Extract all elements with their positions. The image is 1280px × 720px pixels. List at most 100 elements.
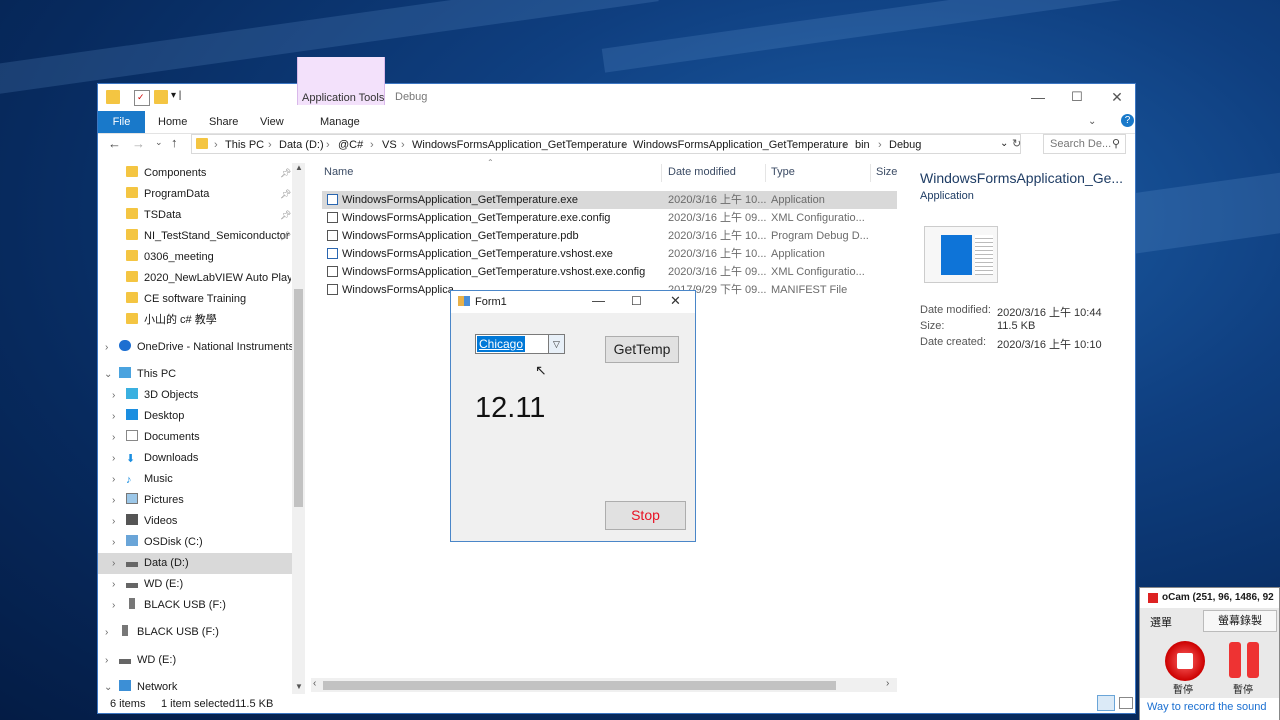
nav-item-osdisk[interactable]: OSDisk (C:) — [126, 532, 203, 552]
nav-item-components[interactable]: Components — [126, 163, 206, 183]
back-icon[interactable]: ← — [108, 136, 121, 151]
breadcrumb-project-sub[interactable]: WindowsFormsApplication_GetTemperature — [633, 139, 848, 151]
pause-icon-bar[interactable] — [1247, 642, 1259, 678]
file-list-hscrollbar[interactable]: ‹ › — [311, 678, 897, 692]
chevron-right-icon[interactable]: › — [112, 579, 115, 590]
minimize-icon[interactable]: — — [592, 293, 605, 308]
breadcrumb-debug[interactable]: Debug — [889, 139, 921, 151]
breadcrumb-vs[interactable]: VS — [382, 139, 397, 151]
nav-item-wd-root[interactable]: WD (E:) — [119, 650, 176, 670]
scroll-down-icon[interactable]: ▼ — [295, 682, 303, 691]
chevron-right-icon[interactable]: › — [112, 495, 115, 506]
breadcrumb-csharp[interactable]: @C# — [338, 139, 363, 151]
large-icons-view-icon[interactable] — [1119, 697, 1133, 709]
nav-item-onedrive[interactable]: OneDrive - National Instruments — [119, 337, 294, 357]
chevron-right-icon[interactable]: › — [112, 600, 115, 611]
nav-item-pictures[interactable]: Pictures — [126, 490, 184, 510]
nav-item-wd-e[interactable]: WD (E:) — [126, 574, 183, 594]
nav-item-programdata[interactable]: ProgramData — [126, 184, 209, 204]
column-type[interactable]: Type — [771, 166, 795, 178]
file-row-pdb[interactable]: WindowsFormsApplication_GetTemperature.p… — [322, 227, 897, 245]
nav-item-labview[interactable]: 2020_NewLabVIEW Auto Play Zo — [126, 268, 291, 288]
chevron-right-icon[interactable]: › — [112, 453, 115, 464]
new-folder-icon[interactable] — [154, 90, 168, 104]
nav-item-videos[interactable]: Videos — [126, 511, 177, 531]
nav-item-ni-teststand[interactable]: NI_TestStand_Semiconductor — [126, 226, 290, 246]
nav-item-data-d[interactable]: Data (D:) — [126, 553, 189, 573]
minimize-icon[interactable]: — — [1028, 89, 1048, 107]
ocam-footer-link[interactable]: Way to record the sound — [1147, 701, 1266, 713]
nav-item-downloads[interactable]: ⬇ Downloads — [126, 448, 198, 468]
stop-button[interactable]: Stop — [605, 501, 686, 530]
nav-item-network[interactable]: Network — [119, 677, 177, 694]
chevron-right-icon[interactable]: › — [112, 390, 115, 401]
chevron-right-icon[interactable]: › — [112, 558, 115, 569]
properties-icon[interactable]: ✓ — [134, 90, 150, 106]
chevron-right-icon[interactable]: › — [105, 342, 108, 353]
ocam-tab-record[interactable]: 螢幕錄製 — [1203, 610, 1277, 632]
nav-scroll-thumb[interactable] — [294, 289, 303, 507]
tab-manage[interactable]: Manage — [320, 116, 360, 128]
chevron-right-icon[interactable]: › — [112, 537, 115, 548]
scroll-right-icon[interactable]: › — [886, 678, 889, 689]
nav-item-csharp-teaching[interactable]: 小山的 c# 教學 — [126, 310, 217, 330]
chevron-right-icon[interactable]: › — [112, 411, 115, 422]
close-icon[interactable]: ✕ — [1107, 89, 1127, 107]
maximize-icon[interactable]: ☐ — [631, 294, 642, 308]
chevron-right-icon[interactable]: › — [105, 655, 108, 666]
nav-scrollbar[interactable]: ▲ ▼ — [292, 163, 305, 694]
tab-file[interactable]: File — [98, 111, 145, 133]
breadcrumb-bin[interactable]: bin — [855, 139, 870, 151]
file-row-exe[interactable]: WindowsFormsApplication_GetTemperature.e… — [322, 191, 897, 209]
nav-item-black-usb[interactable]: BLACK USB (F:) — [126, 595, 226, 615]
quick-access-dropdown-icon[interactable]: ▾ | — [171, 90, 181, 101]
breadcrumb-project[interactable]: WindowsFormsApplication_GetTemperature — [412, 139, 627, 151]
column-date-modified[interactable]: Date modified — [668, 166, 736, 178]
scroll-left-icon[interactable]: ‹ — [313, 678, 316, 689]
file-row-exe-config[interactable]: WindowsFormsApplication_GetTemperature.e… — [322, 209, 897, 227]
help-icon[interactable]: ? — [1121, 114, 1134, 127]
breadcrumb-this-pc[interactable]: This PC — [225, 139, 264, 151]
chevron-right-icon[interactable]: › — [112, 432, 115, 443]
file-row-vshost-config[interactable]: WindowsFormsApplication_GetTemperature.v… — [322, 263, 897, 281]
column-size[interactable]: Size — [876, 166, 897, 178]
address-dropdown-icon[interactable]: ⌄ — [1000, 138, 1008, 149]
tab-share[interactable]: Share — [209, 116, 238, 128]
hscroll-thumb[interactable] — [323, 681, 836, 690]
city-combobox[interactable]: Chicago ▽ — [475, 334, 565, 354]
nav-item-ce-training[interactable]: CE software Training — [126, 289, 246, 309]
nav-item-desktop[interactable]: Desktop — [126, 406, 184, 426]
maximize-icon[interactable]: ☐ — [1067, 89, 1087, 107]
scroll-up-icon[interactable]: ▲ — [295, 163, 303, 172]
tab-home[interactable]: Home — [158, 116, 187, 128]
recent-locations-icon[interactable]: ⌄ — [155, 137, 163, 148]
chevron-down-icon[interactable]: ▽ — [548, 335, 564, 353]
refresh-icon[interactable]: ↻ — [1012, 137, 1021, 150]
forward-icon[interactable]: → — [132, 136, 145, 151]
details-view-icon[interactable] — [1097, 695, 1115, 711]
pause-icon[interactable] — [1229, 642, 1241, 678]
up-icon[interactable]: ↑ — [171, 135, 178, 150]
file-row-vshost-exe[interactable]: WindowsFormsApplication_GetTemperature.v… — [322, 245, 897, 263]
record-stop-icon[interactable] — [1165, 641, 1205, 681]
chevron-right-icon[interactable]: › — [112, 516, 115, 527]
nav-item-music[interactable]: ♪ Music — [126, 469, 173, 489]
nav-item-tsdata[interactable]: TSData — [126, 205, 181, 225]
ocam-tab-menu[interactable]: 選單 — [1150, 614, 1172, 630]
nav-item-3d-objects[interactable]: 3D Objects — [126, 385, 198, 405]
chevron-right-icon[interactable]: › — [105, 627, 108, 638]
gettemp-button[interactable]: GetTemp — [605, 336, 679, 363]
address-input[interactable]: › This PC › Data (D:) › @C# › VS › Windo… — [191, 134, 1021, 154]
column-name[interactable]: Name — [324, 166, 353, 178]
nav-item-documents[interactable]: Documents — [126, 427, 200, 447]
chevron-right-icon[interactable]: › — [112, 474, 115, 485]
nav-item-black-usb-root[interactable]: BLACK USB (F:) — [119, 622, 219, 642]
tab-view[interactable]: View — [260, 116, 284, 128]
search-input[interactable]: Search De... ⚲ — [1043, 134, 1126, 154]
breadcrumb-data-d[interactable]: Data (D:) — [279, 139, 324, 151]
close-icon[interactable]: ✕ — [670, 293, 681, 309]
chevron-down-icon[interactable]: ⌄ — [104, 682, 112, 693]
expand-ribbon-icon[interactable]: ⌄ — [1088, 116, 1096, 127]
chevron-down-icon[interactable]: ⌄ — [104, 369, 112, 380]
nav-item-0306-meeting[interactable]: 0306_meeting — [126, 247, 214, 267]
